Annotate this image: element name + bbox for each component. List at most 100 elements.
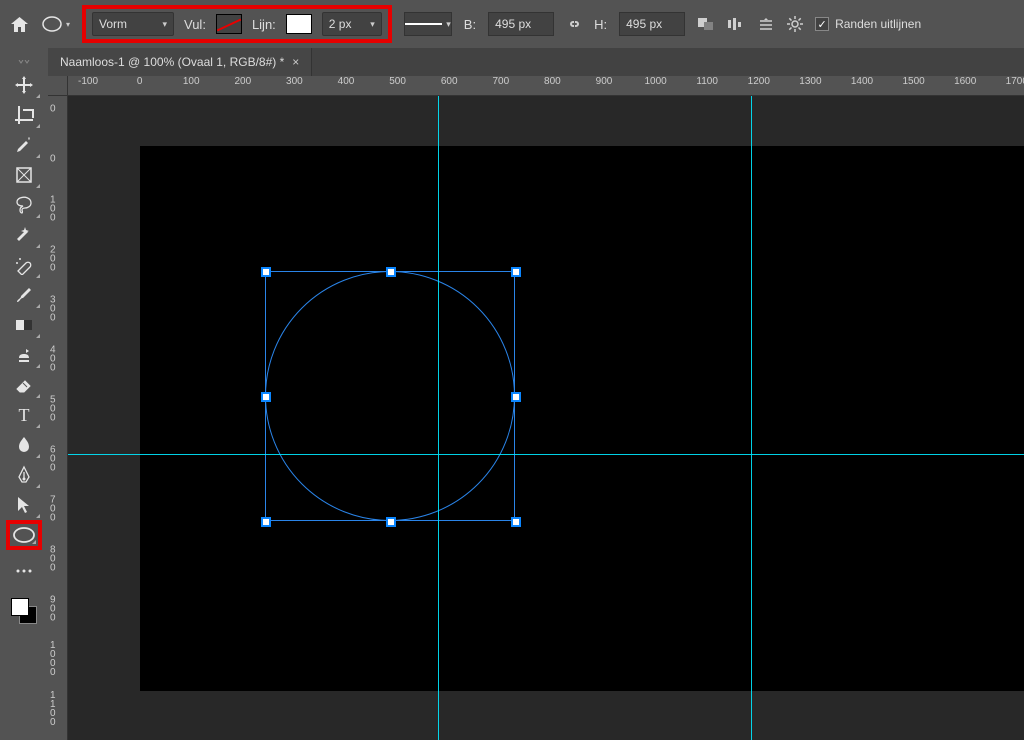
ruler-h-tick: 1200 — [748, 76, 770, 87]
ruler-v-tick: 0 — [50, 155, 66, 164]
fill-swatch[interactable] — [216, 14, 242, 34]
horizontal-ruler[interactable]: -100 0 100 200 300 400 500 600 700 800 900 1000 1100… — [68, 76, 1024, 96]
foreground-background-swatches[interactable] — [11, 598, 37, 624]
document-tabs: Naamloos-1 @ 100% (Ovaal 1, RGB/8#) * × — [48, 48, 1024, 76]
type-tool[interactable]: T — [6, 400, 42, 430]
canvas-area[interactable] — [68, 96, 1024, 740]
width-value: 495 px — [495, 17, 531, 31]
foreground-color-swatch[interactable] — [11, 598, 29, 616]
ruler-h-tick: 1300 — [799, 76, 821, 87]
transform-handle[interactable] — [261, 517, 271, 527]
ruler-h-tick: 1500 — [902, 76, 924, 87]
healing-brush-tool[interactable] — [6, 250, 42, 280]
arrange-icon[interactable] — [757, 17, 775, 31]
width-label: B: — [464, 17, 476, 32]
vertical-guide[interactable] — [751, 96, 752, 740]
ruler-v-tick: 1 0 0 — [50, 196, 66, 223]
ruler-v-tick: 5 0 0 — [50, 396, 66, 423]
ruler-v-tick: 8 0 0 — [50, 546, 66, 573]
magic-wand-tool[interactable] — [6, 220, 42, 250]
stroke-swatch[interactable] — [286, 14, 312, 34]
tool-mode-value: Vorm — [99, 17, 127, 31]
ruler-v-tick: 0 — [50, 105, 66, 114]
ruler-v-tick: 3 0 0 — [50, 296, 66, 323]
ruler-h-tick: 0 — [137, 76, 143, 87]
svg-text:T: T — [19, 405, 30, 425]
transform-handle[interactable] — [386, 267, 396, 277]
align-icon[interactable] — [727, 17, 745, 31]
home-icon[interactable] — [10, 16, 29, 33]
selection-bounding-box[interactable] — [265, 271, 515, 521]
height-field[interactable]: 495 px — [619, 12, 685, 36]
clone-stamp-tool[interactable] — [6, 340, 42, 370]
path-selection-tool[interactable] — [6, 490, 42, 520]
ruler-h-tick: 500 — [389, 76, 406, 87]
eyedropper-tool[interactable] — [6, 130, 42, 160]
ruler-h-tick: 1700 — [1006, 76, 1024, 87]
fill-label: Vul: — [184, 17, 206, 32]
gradient-tool[interactable] — [6, 310, 42, 340]
tool-strip: T — [0, 48, 48, 740]
chevron-down-icon: ▾ — [162, 19, 167, 30]
chevron-down-icon: ▾ — [370, 19, 375, 30]
align-edges-checkbox[interactable]: Randen uitlijnen — [815, 17, 921, 31]
ruler-h-tick: 700 — [492, 76, 509, 87]
ruler-h-tick: 1100 — [696, 76, 718, 87]
height-value: 495 px — [626, 17, 662, 31]
stroke-style-select[interactable]: ▾ — [404, 12, 452, 36]
ruler-v-tick: 2 0 0 — [50, 246, 66, 273]
transform-handle[interactable] — [386, 517, 396, 527]
ruler-h-tick: 900 — [596, 76, 613, 87]
ruler-h-tick: 1000 — [644, 76, 666, 87]
vertical-ruler[interactable]: 001 0 02 0 03 0 04 0 05 0 06 0 07 0 08 0… — [48, 96, 68, 740]
transform-handle[interactable] — [511, 517, 521, 527]
ruler-h-tick: -100 — [78, 76, 98, 87]
more-tools[interactable] — [6, 556, 42, 586]
ruler-v-tick: 1 1 0 0 — [50, 691, 66, 727]
ruler-h-tick: 1600 — [954, 76, 976, 87]
horizontal-guide[interactable] — [68, 454, 1024, 455]
options-highlight-box: Vorm ▾ Vul: Lijn: 2 px ▾ — [82, 5, 392, 43]
transform-handle[interactable] — [261, 267, 271, 277]
toolbar-expand-handle[interactable] — [0, 58, 48, 66]
pen-tool[interactable] — [6, 460, 42, 490]
brush-tool[interactable] — [6, 280, 42, 310]
ellipse-shape-tool[interactable] — [6, 520, 42, 550]
ruler-h-tick: 200 — [234, 76, 251, 87]
ruler-v-tick: 6 0 0 — [50, 446, 66, 473]
height-label: H: — [594, 17, 607, 32]
options-bar: ▾ Vorm ▾ Vul: Lijn: 2 px ▾ ▾ B: 495 px H… — [0, 0, 1024, 48]
crop-tool[interactable] — [6, 100, 42, 130]
ruler-v-tick: 1 0 0 0 — [50, 641, 66, 677]
link-dimensions-icon[interactable] — [566, 17, 582, 31]
tool-mode-select[interactable]: Vorm ▾ — [92, 12, 174, 36]
eraser-tool[interactable] — [6, 370, 42, 400]
gear-icon[interactable] — [787, 16, 803, 32]
move-tool[interactable] — [6, 70, 42, 100]
frame-tool[interactable] — [6, 160, 42, 190]
transform-handle[interactable] — [261, 392, 271, 402]
lasso-tool[interactable] — [6, 190, 42, 220]
document-tab-title: Naamloos-1 @ 100% (Ovaal 1, RGB/8#) * — [60, 55, 284, 69]
align-edges-label: Randen uitlijnen — [835, 17, 921, 31]
ruler-h-tick: 800 — [544, 76, 561, 87]
close-icon[interactable]: × — [292, 55, 299, 69]
smudge-tool[interactable] — [6, 430, 42, 460]
document-tab[interactable]: Naamloos-1 @ 100% (Ovaal 1, RGB/8#) * × — [48, 48, 312, 76]
chevron-down-icon: ▾ — [446, 19, 451, 30]
stroke-width-select[interactable]: 2 px ▾ — [322, 12, 382, 36]
vertical-guide[interactable] — [438, 96, 439, 740]
width-field[interactable]: 495 px — [488, 12, 554, 36]
transform-handle[interactable] — [511, 392, 521, 402]
transform-handle[interactable] — [511, 267, 521, 277]
ruler-origin-corner[interactable] — [48, 76, 68, 96]
ellipse-tool-preview-icon[interactable]: ▾ — [41, 15, 70, 33]
path-operations-icon[interactable] — [697, 17, 715, 31]
ruler-h-tick: 100 — [183, 76, 200, 87]
ruler-v-tick: 9 0 0 — [50, 596, 66, 623]
stroke-label: Lijn: — [252, 17, 276, 32]
ruler-h-tick: 400 — [338, 76, 355, 87]
ruler-h-tick: 600 — [441, 76, 458, 87]
ruler-h-tick: 300 — [286, 76, 303, 87]
ruler-v-tick: 7 0 0 — [50, 496, 66, 523]
